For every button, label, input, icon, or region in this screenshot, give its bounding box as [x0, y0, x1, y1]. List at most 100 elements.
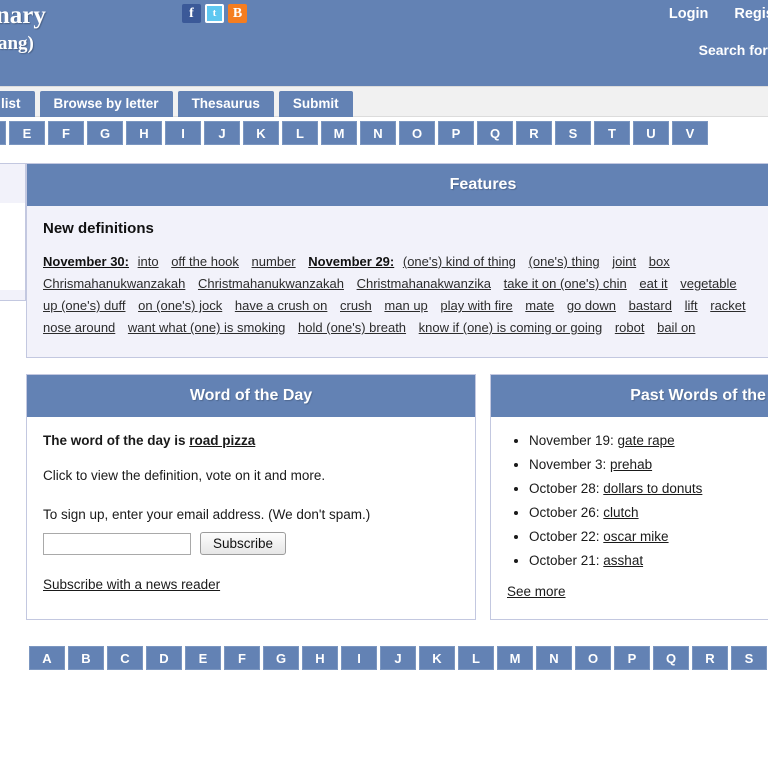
past-word-link[interactable]: oscar mike: [603, 529, 668, 544]
twitter-icon[interactable]: t: [205, 4, 224, 23]
definition-link[interactable]: man up: [384, 298, 427, 313]
letter-f[interactable]: F: [48, 121, 84, 145]
definition-link[interactable]: joint: [612, 254, 636, 269]
letter-t[interactable]: T: [594, 121, 630, 145]
subscribe-button[interactable]: Subscribe: [200, 532, 287, 555]
letter-f[interactable]: F: [224, 646, 260, 670]
definition-link[interactable]: (one's) kind of thing: [403, 254, 516, 269]
definition-link[interactable]: play with fire: [440, 298, 512, 313]
sidebar-item-new-definitions[interactable]: New definitions: [0, 174, 25, 203]
definition-link[interactable]: off the hook: [171, 254, 239, 269]
definitions-date-link[interactable]: November 30:: [43, 254, 129, 269]
letter-p[interactable]: P: [438, 121, 474, 145]
past-word-link[interactable]: gate rape: [618, 433, 675, 448]
letter-o[interactable]: O: [575, 646, 611, 670]
letter-s[interactable]: S: [731, 646, 767, 670]
letter-n[interactable]: N: [536, 646, 572, 670]
letter-m[interactable]: M: [497, 646, 533, 670]
definition-link[interactable]: into: [138, 254, 159, 269]
see-more-link[interactable]: See more: [507, 584, 566, 599]
definition-link[interactable]: up (one's) duff: [43, 298, 125, 313]
letter-p[interactable]: P: [614, 646, 650, 670]
definition-link[interactable]: lift: [685, 298, 698, 313]
definition-link[interactable]: bail on: [657, 320, 695, 335]
register-link[interactable]: Register: [734, 6, 768, 22]
definition-link[interactable]: mate: [525, 298, 554, 313]
definition-link[interactable]: have a crush on: [235, 298, 328, 313]
letter-o[interactable]: O: [399, 121, 435, 145]
letter-v[interactable]: V: [672, 121, 708, 145]
definition-link[interactable]: on (one's) jock: [138, 298, 222, 313]
definition-link[interactable]: vegetable: [680, 276, 736, 291]
letter-m[interactable]: M: [321, 121, 357, 145]
past-word-link[interactable]: prehab: [610, 457, 652, 472]
definition-link[interactable]: know if (one) is coming or going: [419, 320, 603, 335]
letter-e[interactable]: E: [9, 121, 45, 145]
past-word-link[interactable]: dollars to donuts: [603, 481, 702, 496]
past-word-link[interactable]: clutch: [603, 505, 638, 520]
letter-r[interactable]: R: [692, 646, 728, 670]
tab-thesaurus[interactable]: Thesaurus: [177, 91, 274, 117]
past-word-item: October 28: dollars to donuts: [529, 481, 768, 496]
letter-l[interactable]: L: [458, 646, 494, 670]
letter-i[interactable]: I: [341, 646, 377, 670]
letter-g[interactable]: G: [263, 646, 299, 670]
definition-link[interactable]: racket: [710, 298, 745, 313]
definition-link[interactable]: crush: [340, 298, 372, 313]
letter-d[interactable]: D: [0, 121, 6, 145]
definition-link[interactable]: take it on (one's) chin: [504, 276, 627, 291]
letter-c[interactable]: C: [107, 646, 143, 670]
tab-submit[interactable]: Submit: [278, 91, 353, 117]
letter-j[interactable]: J: [204, 121, 240, 145]
letter-e[interactable]: E: [185, 646, 221, 670]
letter-l[interactable]: L: [282, 121, 318, 145]
definition-link[interactable]: Christmahanakwanzika: [357, 276, 491, 291]
letter-b[interactable]: B: [68, 646, 104, 670]
letter-h[interactable]: H: [126, 121, 162, 145]
tab-browse-by-letter[interactable]: Browse by letter: [39, 91, 173, 117]
letter-g[interactable]: G: [87, 121, 123, 145]
past-word-link[interactable]: asshat: [603, 553, 643, 568]
definition-link[interactable]: Christmahanukwanzakah: [198, 276, 344, 291]
letter-a[interactable]: A: [29, 646, 65, 670]
letter-d[interactable]: D: [146, 646, 182, 670]
definition-link[interactable]: nose around: [43, 320, 115, 335]
definitions-date-link[interactable]: November 29:: [308, 254, 394, 269]
definition-link[interactable]: (one's) thing: [529, 254, 600, 269]
letter-q[interactable]: Q: [477, 121, 513, 145]
definition-link[interactable]: go down: [567, 298, 616, 313]
sidebar-item-thesaurus[interactable]: Thesaurus: [0, 261, 25, 290]
definition-link[interactable]: hold (one's) breath: [298, 320, 406, 335]
news-reader-link[interactable]: Subscribe with a news reader: [43, 577, 220, 592]
letter-r[interactable]: R: [516, 121, 552, 145]
blogger-icon[interactable]: B: [228, 4, 247, 23]
letter-i[interactable]: I: [165, 121, 201, 145]
letter-k[interactable]: K: [243, 121, 279, 145]
definition-link[interactable]: robot: [615, 320, 645, 335]
definition-link[interactable]: Chrismahanukwanzakah: [43, 276, 185, 291]
login-link[interactable]: Login: [669, 6, 708, 22]
past-word-item: October 22: oscar mike: [529, 529, 768, 544]
definition-link[interactable]: box: [649, 254, 670, 269]
letter-bar-bottom: ABCDEFGHIJKLMNOPQRSTUV: [26, 642, 768, 674]
email-field[interactable]: [43, 532, 191, 555]
wotd-word-link[interactable]: road pizza: [189, 433, 255, 448]
sidebar-item-word-lists[interactable]: Word lists: [0, 203, 25, 232]
letter-n[interactable]: N: [360, 121, 396, 145]
letter-u[interactable]: U: [633, 121, 669, 145]
letter-h[interactable]: H: [302, 646, 338, 670]
definition-link[interactable]: want what (one) is smoking: [128, 320, 286, 335]
facebook-icon[interactable]: f: [182, 4, 201, 23]
definitions-row: nose around want what (one) is smoking h…: [43, 317, 768, 339]
definition-link[interactable]: bastard: [629, 298, 672, 313]
definition-link[interactable]: number: [252, 254, 296, 269]
word-of-the-day-body: The word of the day is road pizza Click …: [27, 417, 475, 619]
sidebar-item-top-words[interactable]: Top words: [0, 232, 25, 261]
letter-q[interactable]: Q: [653, 646, 689, 670]
letter-j[interactable]: J: [380, 646, 416, 670]
letter-k[interactable]: K: [419, 646, 455, 670]
definition-link[interactable]: eat it: [639, 276, 667, 291]
letter-s[interactable]: S: [555, 121, 591, 145]
tab-word-list[interactable]: Word list: [0, 91, 35, 117]
features-heading: Features: [27, 164, 768, 206]
